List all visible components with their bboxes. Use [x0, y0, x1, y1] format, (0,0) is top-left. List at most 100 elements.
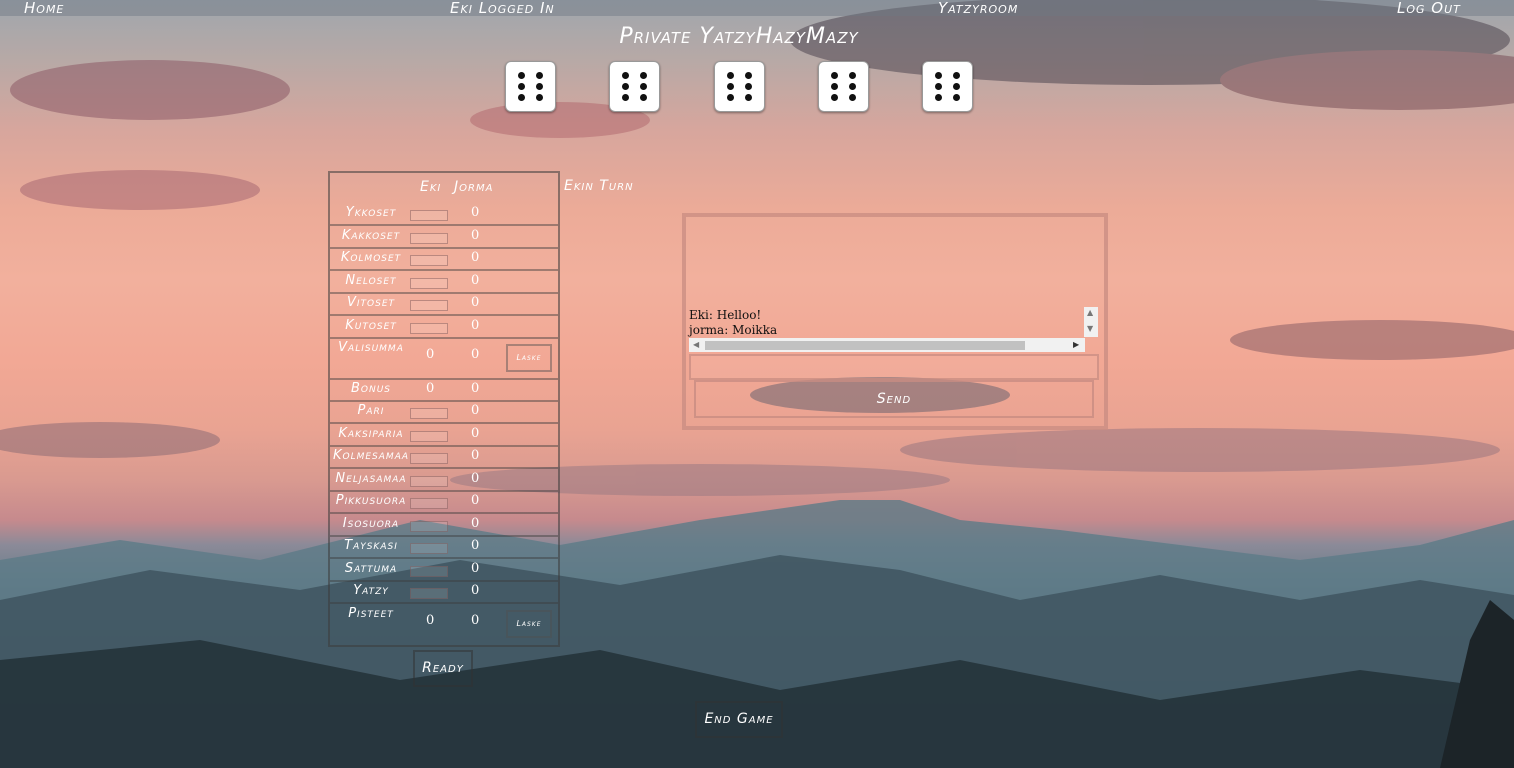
- score-row-label: Vitoset: [346, 295, 396, 310]
- nav-yatzyroom-link[interactable]: Yatzyroom: [938, 0, 1018, 17]
- score-row-label: Pari: [357, 403, 385, 418]
- scroll-up-icon[interactable]: ▲: [1087, 308, 1093, 317]
- score-row: Valisumma 0 0 Laske: [330, 337, 558, 380]
- jorma-score-value: 0: [471, 295, 480, 310]
- score-row: Sattuma 0: [330, 558, 558, 582]
- die-1[interactable]: [505, 61, 556, 112]
- scroll-right-icon[interactable]: ▶: [1073, 340, 1079, 349]
- die-pip: [831, 72, 838, 79]
- jorma-score-value: 0: [471, 561, 480, 576]
- score-row-label: Isosuora: [342, 516, 400, 531]
- die-4[interactable]: [818, 61, 869, 112]
- die-5[interactable]: [922, 61, 973, 112]
- jorma-score-value: 0: [471, 347, 480, 362]
- die-pip: [536, 72, 543, 79]
- eki-score-value: 0: [426, 613, 435, 628]
- die-pip: [849, 72, 856, 79]
- scroll-thumb[interactable]: [705, 341, 1025, 350]
- die-2[interactable]: [609, 61, 660, 112]
- eki-score-slot[interactable]: [410, 543, 448, 554]
- jorma-score-value: 0: [471, 583, 480, 598]
- die-pip: [518, 94, 525, 101]
- eki-score-slot[interactable]: [410, 498, 448, 509]
- score-row: Tayskasi 0: [330, 535, 558, 559]
- eki-score-slot[interactable]: [410, 323, 448, 334]
- score-row-label: Kolmoset: [340, 250, 402, 265]
- score-row-label: Sattuma: [344, 561, 398, 576]
- logged-in-status: Eki Logged In: [450, 0, 555, 17]
- score-row-label: Valisumma: [338, 340, 404, 355]
- score-row: Pikkusuora 0: [330, 490, 558, 514]
- jorma-score-value: 0: [471, 493, 480, 508]
- chat-vertical-scrollbar[interactable]: ▲ ▼: [1084, 307, 1098, 337]
- jorma-score-value: 0: [471, 381, 480, 396]
- die-pip: [935, 72, 942, 79]
- die-pip: [953, 72, 960, 79]
- die-3[interactable]: [714, 61, 765, 112]
- die-pip: [831, 94, 838, 101]
- die-pip: [622, 83, 629, 90]
- player-header-jorma: Jorma: [454, 179, 494, 195]
- jorma-score-value: 0: [471, 516, 480, 531]
- die-pip: [727, 83, 734, 90]
- eki-score-slot[interactable]: [410, 521, 448, 532]
- score-row: Kaksiparia 0: [330, 423, 558, 447]
- eki-score-slot[interactable]: [410, 255, 448, 266]
- end-game-button[interactable]: End Game: [695, 701, 783, 738]
- eki-score-slot[interactable]: [410, 233, 448, 244]
- score-row: Neljasamaa 0: [330, 468, 558, 492]
- die-pip: [640, 83, 647, 90]
- eki-score-slot[interactable]: [410, 300, 448, 311]
- jorma-score-value: 0: [471, 538, 480, 553]
- jorma-score-value: 0: [471, 318, 480, 333]
- score-row: Kakkoset 0: [330, 225, 558, 249]
- laske-button[interactable]: Laske: [506, 610, 552, 638]
- score-row: Kutoset 0: [330, 315, 558, 339]
- eki-score-slot[interactable]: [410, 408, 448, 419]
- logout-link[interactable]: Log Out: [1397, 0, 1461, 17]
- eki-score-slot[interactable]: [410, 453, 448, 464]
- nav-home-link[interactable]: Home: [24, 0, 64, 17]
- die-pip: [953, 94, 960, 101]
- jorma-score-value: 0: [471, 403, 480, 418]
- die-pip: [745, 94, 752, 101]
- player-header-eki: Eki: [420, 179, 442, 195]
- laske-button[interactable]: Laske: [506, 344, 552, 372]
- eki-score-slot[interactable]: [410, 278, 448, 289]
- eki-score-slot[interactable]: [410, 476, 448, 487]
- chat-message: jorma: Moikka: [689, 323, 778, 337]
- score-row-label: Kakkoset: [341, 228, 401, 243]
- die-pip: [536, 94, 543, 101]
- chat-horizontal-scrollbar[interactable]: ◀ ▶: [689, 338, 1085, 352]
- ready-button[interactable]: Ready: [413, 650, 473, 687]
- die-pip: [849, 83, 856, 90]
- eki-score-slot[interactable]: [410, 210, 448, 221]
- score-row-label: Kutoset: [345, 318, 397, 333]
- jorma-score-value: 0: [471, 426, 480, 441]
- eki-score-slot[interactable]: [410, 566, 448, 577]
- die-pip: [831, 83, 838, 90]
- score-row-label: Kaksiparia: [338, 426, 404, 441]
- die-pip: [849, 94, 856, 101]
- chat-input[interactable]: [689, 354, 1099, 380]
- turn-indicator: Ekin Turn: [564, 178, 634, 194]
- score-row: Ykkoset 0: [330, 202, 558, 226]
- die-pip: [727, 94, 734, 101]
- scroll-left-icon[interactable]: ◀: [693, 340, 699, 349]
- jorma-score-value: 0: [471, 613, 480, 628]
- score-row: Pari 0: [330, 400, 558, 424]
- send-button[interactable]: Send: [694, 380, 1094, 418]
- jorma-score-value: 0: [471, 250, 480, 265]
- score-row: Kolmesamaa 0: [330, 445, 558, 469]
- top-navbar: Home Eki Logged In Yatzyroom Log Out: [0, 0, 1514, 17]
- die-pip: [640, 94, 647, 101]
- eki-score-value: 0: [426, 347, 435, 362]
- score-row: Pisteet 0 0 Laske: [330, 603, 558, 645]
- score-row-label: Yatzy: [353, 583, 389, 598]
- scroll-down-icon[interactable]: ▼: [1087, 324, 1093, 333]
- die-pip: [518, 83, 525, 90]
- eki-score-slot[interactable]: [410, 588, 448, 599]
- jorma-score-value: 0: [471, 471, 480, 486]
- eki-score-slot[interactable]: [410, 431, 448, 442]
- die-pip: [536, 83, 543, 90]
